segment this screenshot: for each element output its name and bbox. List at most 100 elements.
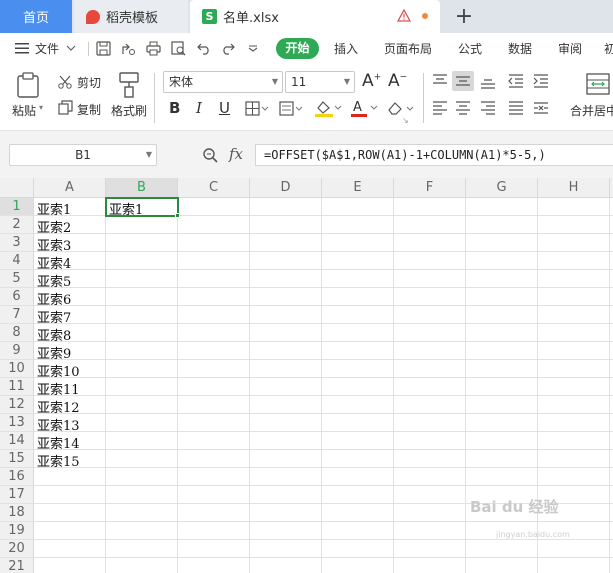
cell-a1[interactable]: 亚索1 <box>34 199 71 218</box>
column-header-b[interactable]: B <box>106 178 178 198</box>
formula-input[interactable]: =OFFSET($A$1,ROW(A1)-1+COLUMN(A1)*5-5,) <box>255 144 613 166</box>
row-header[interactable]: 7 <box>0 306 34 324</box>
copy-label[interactable]: 复制 <box>77 101 101 118</box>
customize-chevron-icon[interactable] <box>248 45 258 52</box>
column-header-c[interactable]: C <box>178 178 250 198</box>
column-header-f[interactable]: F <box>394 178 466 198</box>
column-header-a[interactable]: A <box>34 178 106 198</box>
justify-button[interactable] <box>505 98 527 118</box>
tab-home[interactable]: 首页 <box>0 0 72 33</box>
menu-data[interactable]: 数据 <box>508 40 532 57</box>
cell-a10[interactable]: 亚索10 <box>34 361 80 380</box>
row-header[interactable]: 18 <box>0 504 34 522</box>
column-header-g[interactable]: G <box>466 178 538 198</box>
name-box[interactable]: B1 ▼ <box>9 144 157 166</box>
cell-a8[interactable]: 亚索8 <box>34 325 71 344</box>
cell-a12[interactable]: 亚索12 <box>34 397 80 416</box>
menu-file[interactable]: 文件 <box>35 40 59 57</box>
menu-view[interactable]: 初 <box>604 40 613 57</box>
row-header[interactable]: 11 <box>0 378 34 396</box>
italic-button[interactable]: I <box>196 99 202 117</box>
align-right-button[interactable] <box>477 98 499 118</box>
cell-a4[interactable]: 亚索4 <box>34 253 71 272</box>
menu-insert[interactable]: 插入 <box>334 40 358 57</box>
row-header[interactable]: 16 <box>0 468 34 486</box>
row-header[interactable]: 21 <box>0 558 34 573</box>
tab-template[interactable]: 稻壳模板 <box>74 0 188 33</box>
increase-font-icon[interactable]: A+ <box>362 71 381 91</box>
fx-icon[interactable]: fx <box>229 145 243 163</box>
align-top-button[interactable] <box>429 71 451 91</box>
row-header[interactable]: 2 <box>0 216 34 234</box>
menu-start[interactable]: 开始 <box>276 38 319 59</box>
font-name-select[interactable]: 宋体 ▼ <box>163 71 283 93</box>
row-header[interactable]: 13 <box>0 414 34 432</box>
eraser-icon[interactable] <box>386 100 414 116</box>
column-header-d[interactable]: D <box>250 178 322 198</box>
column-header-e[interactable]: E <box>322 178 394 198</box>
increase-indent-button[interactable] <box>530 71 552 91</box>
paste-icon[interactable] <box>16 72 40 98</box>
cell-a7[interactable]: 亚索7 <box>34 307 71 326</box>
cell-a6[interactable]: 亚索6 <box>34 289 71 308</box>
border-icon[interactable] <box>245 101 269 116</box>
align-middle-button[interactable] <box>452 71 474 91</box>
row-header[interactable]: 14 <box>0 432 34 450</box>
column-header-h[interactable]: H <box>538 178 610 198</box>
paste-dropdown-icon[interactable]: ▾ <box>39 103 43 112</box>
tab-file[interactable]: S 名单.xlsx <box>190 0 440 33</box>
scissors-icon[interactable] <box>58 75 73 89</box>
row-header[interactable]: 5 <box>0 270 34 288</box>
zoom-search-icon[interactable] <box>202 147 219 164</box>
menu-formula[interactable]: 公式 <box>458 40 482 57</box>
print-preview-icon[interactable] <box>171 41 186 56</box>
bold-button[interactable]: B <box>169 99 180 117</box>
font-color-icon[interactable]: A <box>350 99 378 117</box>
align-left-button[interactable] <box>429 98 451 118</box>
print-icon[interactable] <box>146 41 161 56</box>
format-painter-icon[interactable] <box>117 71 141 99</box>
cell-a15[interactable]: 亚索15 <box>34 451 80 470</box>
save-icon[interactable] <box>96 41 111 56</box>
row-header[interactable]: 20 <box>0 540 34 558</box>
merge-center-icon[interactable] <box>586 73 610 95</box>
undo-icon[interactable] <box>197 41 211 55</box>
menu-review[interactable]: 审阅 <box>558 40 582 57</box>
new-tab-button[interactable]: + <box>452 0 476 33</box>
underline-button[interactable]: U <box>219 99 230 117</box>
copy-icon[interactable] <box>58 100 73 115</box>
menu-page-layout[interactable]: 页面布局 <box>384 40 432 57</box>
row-header[interactable]: 9 <box>0 342 34 360</box>
font-size-select[interactable]: 11 ▼ <box>285 71 355 93</box>
distributed-align-button[interactable] <box>530 98 552 118</box>
row-header[interactable]: 15 <box>0 450 34 468</box>
fill-color-icon[interactable] <box>314 99 342 117</box>
row-header[interactable]: 6 <box>0 288 34 306</box>
cell-a11[interactable]: 亚索11 <box>34 379 80 398</box>
decrease-font-icon[interactable]: A− <box>388 71 407 91</box>
cut-label[interactable]: 剪切 <box>77 74 101 91</box>
row-header[interactable]: 1 <box>0 198 34 216</box>
cell-style-icon[interactable] <box>279 101 303 116</box>
chevron-down-icon[interactable] <box>66 45 76 51</box>
export-icon[interactable] <box>121 41 136 56</box>
cell-a13[interactable]: 亚索13 <box>34 415 80 434</box>
redo-icon[interactable] <box>221 41 235 55</box>
decrease-indent-button[interactable] <box>505 71 527 91</box>
paste-label[interactable]: 粘贴 <box>12 102 36 119</box>
merge-center-label[interactable]: 合并居中 <box>570 102 613 119</box>
row-header[interactable]: 3 <box>0 234 34 252</box>
select-all-corner[interactable] <box>0 178 34 198</box>
align-bottom-button[interactable] <box>477 71 499 91</box>
cell-a9[interactable]: 亚索9 <box>34 343 71 362</box>
align-center-button[interactable] <box>452 98 474 118</box>
row-header[interactable]: 4 <box>0 252 34 270</box>
row-header[interactable]: 8 <box>0 324 34 342</box>
fill-handle[interactable] <box>175 213 180 218</box>
cell-a14[interactable]: 亚索14 <box>34 433 80 452</box>
row-header[interactable]: 19 <box>0 522 34 540</box>
warning-icon[interactable] <box>397 9 411 22</box>
format-painter-label[interactable]: 格式刷 <box>111 102 147 119</box>
font-dialog-launcher-icon[interactable]: ↘ <box>402 116 409 125</box>
row-header[interactable]: 17 <box>0 486 34 504</box>
